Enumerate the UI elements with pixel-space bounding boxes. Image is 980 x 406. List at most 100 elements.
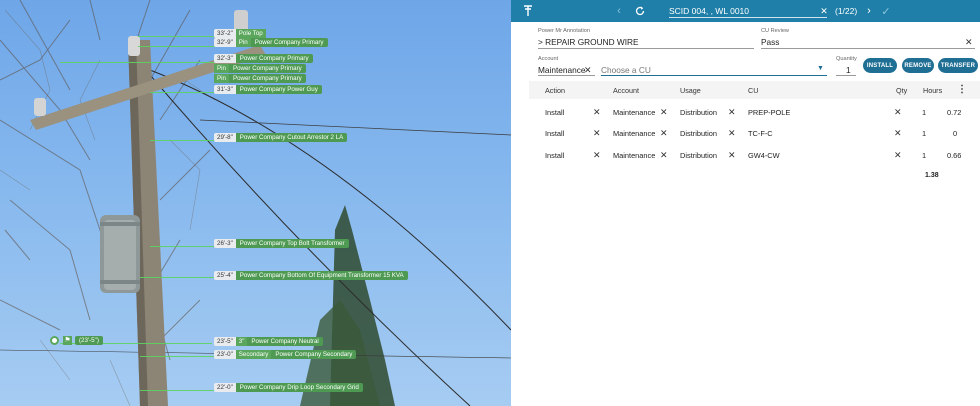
row-qty: 1 [922, 108, 927, 117]
measurement-tag[interactable]: Pin Power Company Primary [214, 64, 306, 73]
tag-type: Pole Top [235, 29, 266, 38]
height-line [150, 140, 222, 141]
chevron-down-icon[interactable]: ▼ [817, 65, 824, 72]
ground-tag[interactable]: ⚑ (23'-5") [50, 336, 103, 345]
measurement-tag[interactable]: 26'-3" Power Company Top Bolt Transforme… [214, 239, 349, 248]
clear-cu-icon[interactable]: ✕ [894, 128, 902, 139]
row-usage: Distribution [680, 129, 717, 138]
tower-icon[interactable] [521, 4, 535, 18]
measurement-tag[interactable]: 31'-3" Power Company Power Guy [214, 85, 322, 94]
measurement-tag[interactable]: 23'-0" Secondary Power Company Secondary [214, 350, 357, 359]
clear-cu-icon[interactable]: ✕ [894, 107, 902, 118]
row-account: Maintenance [613, 129, 656, 138]
measurement-tag[interactable]: 22'-0" Power Company Drip Loop Secondary… [214, 383, 363, 392]
account-label: Account [538, 56, 559, 62]
scid-field[interactable]: SCID 004, , WL 0010 [669, 5, 827, 18]
tag-name: Power Company Primary [228, 74, 306, 83]
clear-usage-icon[interactable]: ✕ [728, 150, 736, 161]
clear-action-icon[interactable]: ✕ [593, 128, 601, 139]
tag-name: Power Company Drip Loop Secondary Grid [235, 383, 363, 392]
clear-account-icon[interactable]: ✕ [660, 128, 668, 139]
row-usage: Distribution [680, 108, 717, 117]
clear-account-icon[interactable]: ✕ [660, 150, 668, 161]
tag-name: Power Company Primary [228, 64, 306, 73]
tag-height: 23'-5" [214, 337, 236, 346]
annotation-value[interactable]: > REPAIR GROUND WIRE [538, 37, 639, 47]
tag-type: 3" [235, 337, 248, 346]
col-hours: Hours [923, 86, 943, 95]
clear-review-icon[interactable]: ✕ [965, 38, 973, 47]
row-hours: 0.66 [947, 151, 962, 160]
chevron-right-icon[interactable]: › [862, 4, 876, 18]
clear-usage-icon[interactable]: ✕ [728, 107, 736, 118]
measurement-tag[interactable]: 32'-3" Power Company Primary [214, 54, 313, 63]
measurement-tag[interactable]: Pin Power Company Primary [214, 74, 306, 83]
cu-select-underline [601, 75, 827, 76]
ground-height: (23'-5") [75, 336, 103, 345]
close-icon[interactable]: ✕ [817, 4, 831, 18]
tag-height: 33'-2" [214, 29, 236, 38]
tag-name: Power Company Primary [235, 54, 313, 63]
row-action: Install [545, 129, 565, 138]
tag-type: Pin [214, 64, 229, 73]
measurement-tag[interactable]: 32'-9" Pin Power Company Primary [214, 38, 328, 47]
chevron-left-icon[interactable]: ‹ [612, 4, 626, 18]
quantity-label: Quantity [836, 56, 857, 62]
row-cu: TC-F-C [748, 129, 773, 138]
height-line [140, 390, 215, 391]
transfer-button[interactable]: TRANSFER [938, 58, 978, 73]
tag-height: 26'-3" [214, 239, 236, 248]
scid-value: SCID 004, , WL 0010 [669, 6, 750, 16]
row-cu: GW4-CW [748, 151, 780, 160]
measurement-tag[interactable]: 23'-5" 3" Power Company Neutral [214, 337, 323, 346]
clear-account-icon[interactable]: ✕ [660, 107, 668, 118]
tag-type: Secondary [235, 350, 272, 359]
col-account: Account [613, 86, 639, 95]
circle-icon[interactable] [50, 336, 59, 345]
col-action: Action [545, 86, 565, 95]
row-hours: 0.72 [947, 108, 962, 117]
record-counter: (1/22) [835, 6, 858, 16]
cu-review-value[interactable]: Pass [761, 37, 779, 47]
check-icon[interactable]: ✓ [879, 4, 893, 18]
clear-action-icon[interactable]: ✕ [593, 150, 601, 161]
measurement-tag[interactable]: 33'-2" Pole Top [214, 29, 266, 38]
quantity-value[interactable]: 1 [846, 65, 851, 75]
cu-select[interactable]: Choose a CU [601, 65, 651, 75]
row-qty: 1 [922, 129, 927, 138]
measurement-tag[interactable]: 29'-8" Power Company Cutout Arrestor 2 L… [214, 133, 348, 142]
row-action: Install [545, 151, 565, 160]
tag-height: 22'-0" [214, 383, 236, 392]
height-line [140, 277, 218, 278]
install-button[interactable]: INSTALL [863, 58, 897, 73]
tag-name: Power Company Neutral [247, 337, 323, 346]
cu-review-label: CU Review [761, 28, 789, 34]
annotation-underline [538, 48, 754, 49]
tag-name: Power Company Bottom Of Equipment Transf… [235, 271, 408, 280]
refresh-icon[interactable] [633, 4, 647, 18]
row-hours: 0 [953, 129, 958, 138]
clear-account-icon[interactable]: ✕ [584, 66, 592, 75]
cu-review-panel: ‹ SCID 004, , WL 0010 ✕ (1/22) › ✓ Power… [511, 0, 980, 406]
account-underline [538, 75, 595, 76]
annotation-label: Power Mr Annotation [538, 28, 590, 34]
measurement-tag[interactable]: 25'-4" Power Company Bottom Of Equipment… [214, 271, 408, 280]
row-usage: Distribution [680, 151, 717, 160]
clear-cu-icon[interactable]: ✕ [894, 150, 902, 161]
more-vert-icon[interactable]: ⋮ [957, 84, 967, 95]
cu-review-underline [761, 48, 975, 49]
tag-height: 32'-9" [214, 38, 236, 47]
clear-usage-icon[interactable]: ✕ [728, 128, 736, 139]
col-qty: Qty [896, 86, 908, 95]
remove-button[interactable]: REMOVE [902, 58, 934, 73]
tag-height: 32'-3" [214, 54, 236, 63]
tag-height: 25'-4" [214, 271, 236, 280]
quantity-underline [836, 75, 856, 76]
row-account: Maintenance [613, 108, 656, 117]
flag-icon[interactable]: ⚑ [63, 336, 72, 345]
height-line [140, 356, 215, 357]
clear-action-icon[interactable]: ✕ [593, 107, 601, 118]
account-value[interactable]: Maintenance [538, 65, 586, 75]
pole-photo[interactable]: 33'-2" Pole Top 32'-9" Pin Power Company… [0, 0, 511, 406]
row-qty: 1 [922, 151, 927, 160]
